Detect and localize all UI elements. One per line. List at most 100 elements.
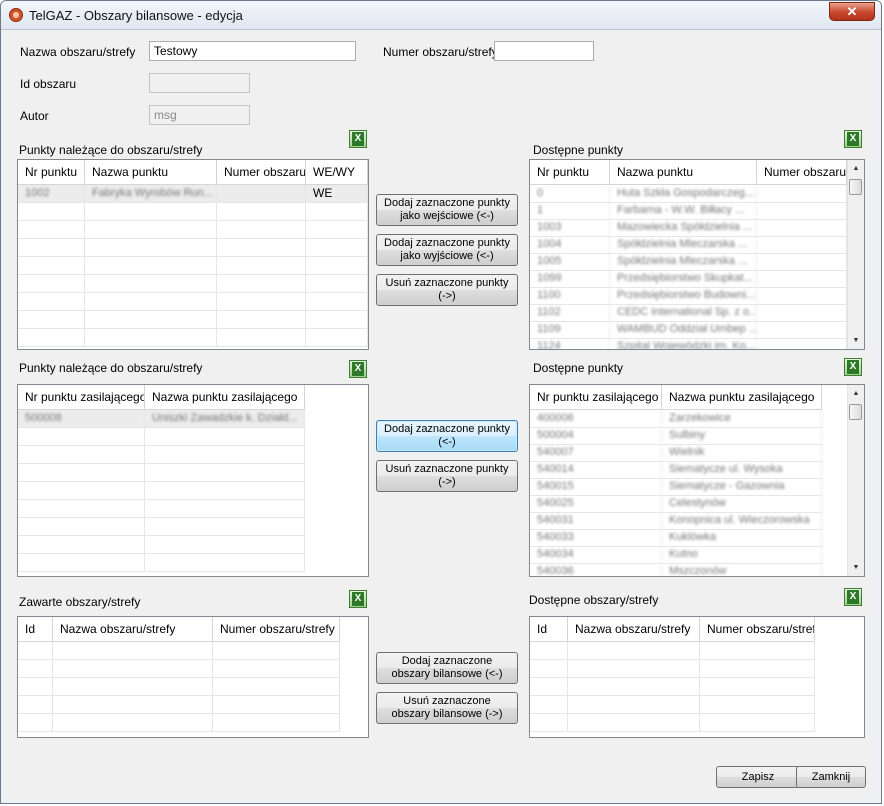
empty-row xyxy=(18,482,305,500)
table-row[interactable]: 1124 Szpital Wojewódzki im. Ko... xyxy=(530,338,847,349)
empty-row xyxy=(18,428,305,446)
table-cell: Przedsiębiorstwo Skupkat... xyxy=(610,270,757,287)
scroll-down-icon[interactable]: ▼ xyxy=(848,559,864,576)
column-header[interactable]: Nazwa punktu zasilającego xyxy=(145,385,305,409)
table-cell xyxy=(757,202,847,219)
empty-row xyxy=(18,257,368,275)
table-row[interactable]: 1 Farbarna - W.W. Biłłacy ... xyxy=(530,202,847,220)
scroll-down-icon[interactable]: ▼ xyxy=(848,332,864,349)
supply-right-header: Nr punktu zasilającego Nazwa punktu zasi… xyxy=(530,385,822,410)
table-row[interactable]: 540034 Kutno xyxy=(530,546,822,564)
remove-areas-button[interactable]: Usuń zaznaczone obszary bilansowe (->) xyxy=(376,692,518,724)
table-row[interactable]: 1102 CEDC International Sp. z o... xyxy=(530,304,847,322)
areas-right-header: Id Nazwa obszaru/strefy Numer obszaru/st… xyxy=(530,617,815,642)
points-left-title: Punkty należące do obszaru/strefy xyxy=(19,143,203,157)
column-header[interactable]: Nazwa punktu xyxy=(610,160,757,184)
table-row[interactable]: 0 Huta Szkła Gospodarczeg... xyxy=(530,185,847,203)
title-bar: TelGAZ - Obszary bilansowe - edycja ✕ xyxy=(1,1,881,30)
column-header[interactable]: Numer obszaru xyxy=(217,160,306,184)
scroll-thumb[interactable] xyxy=(849,179,862,195)
empty-row xyxy=(18,678,340,696)
table-cell: Spółdzielnia Mleczarska ... xyxy=(610,253,757,270)
areas-left-grid[interactable]: Id Nazwa obszaru/strefy Numer obszaru/st… xyxy=(17,616,369,738)
column-header[interactable]: Nazwa punktu xyxy=(85,160,217,184)
empty-row xyxy=(18,329,368,347)
table-cell: Kutno xyxy=(662,546,822,563)
table-cell: 1005 xyxy=(530,253,610,270)
table-row[interactable]: 1099 Przedsiębiorstwo Skupkat... xyxy=(530,270,847,288)
add-points-as-output-button[interactable]: Dodaj zaznaczone punkty jako wyjściowe (… xyxy=(376,234,518,266)
supply-right-grid[interactable]: Nr punktu zasilającego Nazwa punktu zasi… xyxy=(529,384,865,577)
excel-letter: X xyxy=(847,590,859,604)
table-row[interactable]: 1100 Przedsiębiorstwo Budowni... xyxy=(530,287,847,305)
number-input[interactable] xyxy=(494,41,594,61)
excel-export-icon[interactable]: X xyxy=(349,590,367,608)
add-supply-points-button[interactable]: Dodaj zaznaczone punkty (<-) xyxy=(376,420,518,452)
column-header[interactable]: Nazwa obszaru/strefy xyxy=(568,617,700,641)
excel-export-icon[interactable]: X xyxy=(844,130,862,148)
table-row[interactable]: 500008 Uniszki Zawadzkie k. Działd... xyxy=(18,410,305,428)
table-cell: Fabryka Wyrobów Run... xyxy=(85,185,217,202)
table-row[interactable]: 540014 Siematycze ul. Wysoka xyxy=(530,461,822,479)
window-close-button[interactable]: ✕ xyxy=(829,2,875,21)
table-row[interactable]: 1003 Mazowiecka Spółdzielnia ... xyxy=(530,219,847,237)
column-header[interactable]: Nazwa punktu zasilającego xyxy=(662,385,822,409)
table-cell xyxy=(757,219,847,236)
add-points-as-input-button[interactable]: Dodaj zaznaczone punkty jako wejściowe (… xyxy=(376,194,518,226)
areas-right-grid[interactable]: Id Nazwa obszaru/strefy Numer obszaru/st… xyxy=(529,616,865,738)
table-row[interactable]: 400006 Zarzekowice xyxy=(530,410,822,428)
table-row[interactable]: 1005 Spółdzielnia Mleczarska ... xyxy=(530,253,847,271)
column-header[interactable]: Nr punktu zasilającego xyxy=(530,385,662,409)
id-input xyxy=(149,73,250,93)
table-cell: 1002 xyxy=(18,185,85,202)
add-areas-button[interactable]: Dodaj zaznaczone obszary bilansowe (<-) xyxy=(376,652,518,684)
excel-export-icon[interactable]: X xyxy=(844,358,862,376)
table-row[interactable]: 1004 Spółdzielnia Mleczarska ... xyxy=(530,236,847,254)
excel-export-icon[interactable]: X xyxy=(844,588,862,606)
table-cell: 0 xyxy=(530,185,610,202)
table-row[interactable]: 1109 WAMBUD Oddział Umbep ... xyxy=(530,321,847,339)
excel-letter: X xyxy=(352,362,364,376)
remove-supply-points-button[interactable]: Usuń zaznaczone punkty (->) xyxy=(376,460,518,492)
points-left-grid[interactable]: Nr punktu Nazwa punktu Numer obszaru WE/… xyxy=(17,159,369,350)
table-cell: Wielnik xyxy=(662,444,822,461)
excel-export-icon[interactable]: X xyxy=(349,130,367,148)
table-row[interactable]: 540025 Celestynów xyxy=(530,495,822,513)
scroll-thumb[interactable] xyxy=(849,404,862,420)
close-button[interactable]: Zamknij xyxy=(796,766,866,788)
scroll-up-icon[interactable]: ▲ xyxy=(848,160,864,177)
column-header[interactable]: Nazwa obszaru/strefy xyxy=(53,617,213,641)
empty-row xyxy=(18,221,368,239)
column-header[interactable]: Nr punktu xyxy=(530,160,610,184)
author-label: Autor xyxy=(20,109,49,123)
column-header[interactable]: Numer obszaru/strefy xyxy=(213,617,340,641)
column-header[interactable]: WE/WY xyxy=(306,160,368,184)
table-cell: Celestynów xyxy=(662,495,822,512)
scroll-up-icon[interactable]: ▲ xyxy=(848,385,864,402)
column-header[interactable]: Id xyxy=(18,617,53,641)
supply-right-title: Dostępne punkty xyxy=(533,361,624,375)
table-cell xyxy=(757,321,847,338)
table-row[interactable]: 540033 Kuklówka xyxy=(530,529,822,547)
vertical-scrollbar[interactable]: ▲ ▼ xyxy=(847,160,864,349)
excel-export-icon[interactable]: X xyxy=(349,360,367,378)
column-header[interactable]: Nr punktu xyxy=(18,160,85,184)
table-row[interactable]: 540015 Siematycze - Gazownia xyxy=(530,478,822,496)
table-row[interactable]: 540036 Mszczonów xyxy=(530,563,822,576)
table-row[interactable]: 500004 Sulbiny xyxy=(530,427,822,445)
name-input[interactable] xyxy=(149,41,356,61)
table-row[interactable]: 540031 Konopnica ul. Wieczorowska xyxy=(530,512,822,530)
table-row[interactable]: 1002 Fabryka Wyrobów Run... WE xyxy=(18,185,368,203)
points-right-grid[interactable]: Nr punktu Nazwa punktu Numer obszaru 0 Hu… xyxy=(529,159,865,350)
column-header[interactable]: Numer obszaru xyxy=(757,160,847,184)
column-header[interactable]: Numer obszaru/strefy xyxy=(700,617,815,641)
vertical-scrollbar[interactable]: ▲ ▼ xyxy=(847,385,864,576)
table-cell: 1004 xyxy=(530,236,610,253)
remove-points-button[interactable]: Usuń zaznaczone punkty (->) xyxy=(376,274,518,306)
column-header[interactable]: Id xyxy=(530,617,568,641)
dialog-window: TelGAZ - Obszary bilansowe - edycja ✕ Na… xyxy=(0,0,882,804)
save-button[interactable]: Zapisz xyxy=(716,766,800,788)
column-header[interactable]: Nr punktu zasilającego xyxy=(18,385,145,409)
supply-left-grid[interactable]: Nr punktu zasilającego Nazwa punktu zasi… xyxy=(17,384,369,577)
table-row[interactable]: 540007 Wielnik xyxy=(530,444,822,462)
